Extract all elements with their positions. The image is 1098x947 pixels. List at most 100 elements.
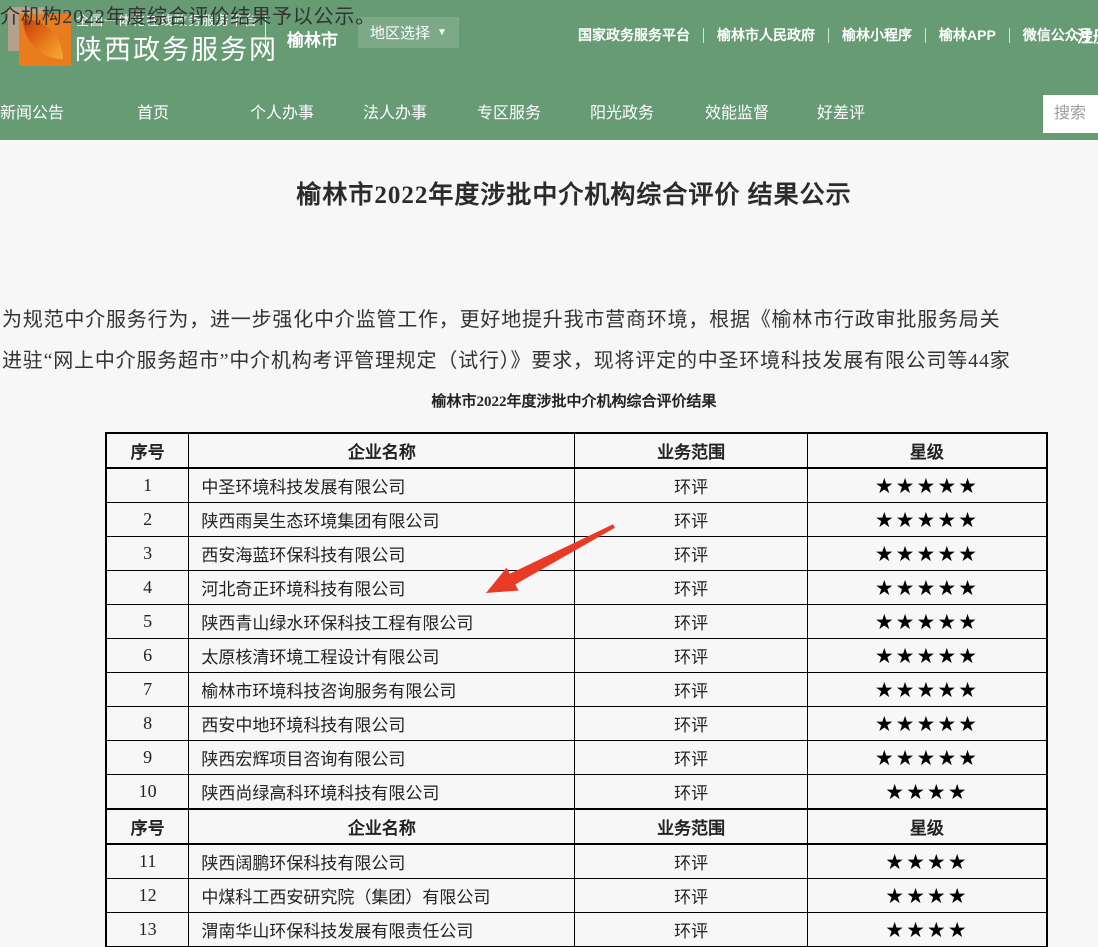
site-name: 陕西政务服务网 bbox=[75, 28, 278, 67]
table-row: 3西安海蓝环保科技有限公司环评★★★★★ bbox=[106, 537, 1047, 571]
star-rating: ★★★★★ bbox=[807, 468, 1047, 503]
business-scope: 环评 bbox=[575, 844, 807, 879]
business-scope: 环评 bbox=[575, 913, 807, 947]
row-seq: 2 bbox=[106, 503, 189, 537]
row-seq: 11 bbox=[106, 844, 189, 879]
company-name: 陕西青山绿水环保科技工程有限公司 bbox=[189, 605, 575, 639]
table-row: 10陕西尚绿高科环境科技有限公司环评★★★★ bbox=[106, 775, 1047, 810]
table-row: 1中圣环境科技发展有限公司环评★★★★★ bbox=[106, 468, 1047, 503]
table-row: 2陕西雨昊生态环境集团有限公司环评★★★★★ bbox=[106, 503, 1047, 537]
table-header-row: 序号企业名称业务范围星级 bbox=[106, 433, 1047, 468]
table-row: 6太原核清环境工程设计有限公司环评★★★★★ bbox=[106, 639, 1047, 673]
star-rating: ★★★★ bbox=[807, 844, 1047, 879]
current-city: 榆林市 bbox=[287, 26, 338, 51]
company-name: 榆林市环境科技咨询服务有限公司 bbox=[189, 673, 575, 707]
company-name: 西安海蓝环保科技有限公司 bbox=[189, 537, 575, 571]
nav-item-news[interactable]: 新闻公告 bbox=[0, 99, 64, 123]
table-row: 7榆林市环境科技咨询服务有限公司环评★★★★★ bbox=[106, 673, 1047, 707]
table-row: 4河北奇正环境科技有限公司环评★★★★★ bbox=[106, 571, 1047, 605]
table-header-row: 序号企业名称业务范围星级 bbox=[106, 809, 1047, 844]
row-seq: 6 bbox=[106, 639, 189, 673]
row-seq: 1 bbox=[106, 468, 189, 503]
column-header: 业务范围 bbox=[575, 809, 807, 844]
link-separator bbox=[925, 28, 926, 43]
results-table-body: 序号企业名称业务范围星级1中圣环境科技发展有限公司环评★★★★★2陕西雨昊生态环… bbox=[106, 433, 1047, 947]
business-scope: 环评 bbox=[575, 571, 807, 605]
column-header: 序号 bbox=[106, 433, 189, 468]
row-seq: 7 bbox=[106, 673, 189, 707]
column-header: 企业名称 bbox=[189, 809, 575, 844]
company-name: 陕西阔鹏环保科技有限公司 bbox=[189, 844, 575, 879]
link-national-platform[interactable]: 国家政务服务平台 bbox=[578, 25, 690, 45]
register-link[interactable]: 注册 bbox=[1077, 23, 1098, 47]
nav-item-special-zone[interactable]: 专区服务 bbox=[477, 99, 541, 123]
nav-item-open-government[interactable]: 阳光政务 bbox=[590, 99, 654, 123]
company-name: 太原核清环境工程设计有限公司 bbox=[189, 639, 575, 673]
star-rating: ★★★★★ bbox=[807, 571, 1047, 605]
business-scope: 环评 bbox=[575, 741, 807, 775]
row-seq: 10 bbox=[106, 775, 189, 810]
table-row: 11陕西阔鹏环保科技有限公司环评★★★★ bbox=[106, 844, 1047, 879]
business-scope: 环评 bbox=[575, 707, 807, 741]
column-header: 序号 bbox=[106, 809, 189, 844]
row-seq: 13 bbox=[106, 913, 189, 947]
business-scope: 环评 bbox=[575, 537, 807, 571]
business-scope: 环评 bbox=[575, 879, 807, 913]
business-scope: 环评 bbox=[575, 468, 807, 503]
star-rating: ★★★★★ bbox=[807, 707, 1047, 741]
search-input[interactable] bbox=[1043, 95, 1098, 133]
body-text-line: 介机构2022年度综合评价结果予以公示。 bbox=[0, 0, 376, 29]
nav-item-rating[interactable]: 好差评 bbox=[817, 99, 865, 123]
row-seq: 3 bbox=[106, 537, 189, 571]
chevron-down-icon: ▼ bbox=[437, 28, 447, 38]
nav-item-personal[interactable]: 个人办事 bbox=[250, 99, 314, 123]
body-text-line: 进驻“网上中介服务超市”中介机构考评管理规定（试行）》要求，现将评定的中圣环境科… bbox=[2, 344, 1011, 373]
business-scope: 环评 bbox=[575, 605, 807, 639]
star-rating: ★★★★★ bbox=[807, 673, 1047, 707]
table-row: 5陕西青山绿水环保科技工程有限公司环评★★★★★ bbox=[106, 605, 1047, 639]
star-rating: ★★★★★ bbox=[807, 639, 1047, 673]
star-rating: ★★★★★ bbox=[807, 537, 1047, 571]
star-rating: ★★★★ bbox=[807, 913, 1047, 947]
company-name: 中煤科工西安研究院（集团）有限公司 bbox=[189, 879, 575, 913]
table-row: 12中煤科工西安研究院（集团）有限公司环评★★★★ bbox=[106, 879, 1047, 913]
table-row: 8西安中地环境科技有限公司环评★★★★★ bbox=[106, 707, 1047, 741]
nav-item-home[interactable]: 首页 bbox=[137, 99, 169, 123]
link-yulin-government[interactable]: 榆林市人民政府 bbox=[717, 25, 815, 45]
link-separator bbox=[703, 28, 704, 43]
star-rating: ★★★★★ bbox=[807, 741, 1047, 775]
business-scope: 环评 bbox=[575, 639, 807, 673]
company-name: 陕西雨昊生态环境集团有限公司 bbox=[189, 503, 575, 537]
company-name: 陕西尚绿高科环境科技有限公司 bbox=[189, 775, 575, 810]
page-title: 榆林市2022年度涉批中介机构综合评价 结果公示 bbox=[0, 175, 1098, 211]
column-header: 星级 bbox=[807, 809, 1047, 844]
column-header: 业务范围 bbox=[575, 433, 807, 468]
row-seq: 5 bbox=[106, 605, 189, 639]
row-seq: 4 bbox=[106, 571, 189, 605]
company-name: 陕西宏辉项目咨询有限公司 bbox=[189, 741, 575, 775]
link-separator bbox=[828, 28, 829, 43]
business-scope: 环评 bbox=[575, 673, 807, 707]
row-seq: 12 bbox=[106, 879, 189, 913]
nav-item-legal-person[interactable]: 法人办事 bbox=[363, 99, 427, 123]
link-yulin-app[interactable]: 榆林APP bbox=[939, 25, 996, 45]
company-name: 中圣环境科技发展有限公司 bbox=[189, 468, 575, 503]
header-links: 国家政务服务平台 榆林市人民政府 榆林小程序 榆林APP 微信公众号 bbox=[578, 25, 1093, 45]
business-scope: 环评 bbox=[575, 775, 807, 810]
body-text-line: 为规范中介服务行为，进一步强化中介监管工作，更好地提升我市营商环境，根据《榆林市… bbox=[2, 303, 1000, 332]
star-rating: ★★★★ bbox=[807, 879, 1047, 913]
nav-item-efficiency[interactable]: 效能监督 bbox=[705, 99, 769, 123]
region-select-label: 地区选择 bbox=[370, 22, 430, 43]
table-caption: 榆林市2022年度涉批中介机构综合评价结果 bbox=[0, 390, 1098, 411]
company-name: 渭南华山环保科技发展有限责任公司 bbox=[189, 913, 575, 947]
column-header: 星级 bbox=[807, 433, 1047, 468]
link-yulin-miniprogram[interactable]: 榆林小程序 bbox=[842, 25, 912, 45]
table-row: 13渭南华山环保科技发展有限责任公司环评★★★★ bbox=[106, 913, 1047, 947]
row-seq: 8 bbox=[106, 707, 189, 741]
star-rating: ★★★★ bbox=[807, 775, 1047, 810]
results-table: 序号企业名称业务范围星级1中圣环境科技发展有限公司环评★★★★★2陕西雨昊生态环… bbox=[105, 432, 1048, 947]
company-name: 河北奇正环境科技有限公司 bbox=[189, 571, 575, 605]
star-rating: ★★★★★ bbox=[807, 503, 1047, 537]
company-name: 西安中地环境科技有限公司 bbox=[189, 707, 575, 741]
business-scope: 环评 bbox=[575, 503, 807, 537]
